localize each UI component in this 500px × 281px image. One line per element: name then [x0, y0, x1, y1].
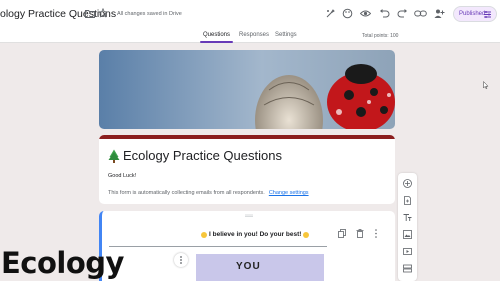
tree-icon — [108, 149, 120, 163]
save-status: All changes saved in Drive — [117, 11, 182, 17]
tab-settings[interactable]: Settings — [275, 32, 297, 38]
add-title-icon[interactable] — [403, 213, 412, 222]
form-header-image — [99, 50, 395, 129]
tab-bar: Questions Responses Settings Total point… — [0, 29, 500, 43]
add-image-icon[interactable] — [403, 230, 412, 239]
question-image-text: YOU — [236, 261, 261, 272]
question-image[interactable]: YOU — [196, 254, 324, 281]
add-section-icon[interactable] — [403, 264, 412, 273]
ladybug-header-graphic — [99, 50, 395, 129]
overlay-caption: Ecology — [1, 246, 124, 280]
email-collection-note: This form is automatically collecting em… — [108, 190, 309, 196]
delete-icon[interactable] — [356, 229, 364, 238]
import-questions-icon[interactable] — [403, 196, 412, 205]
palette-icon[interactable] — [342, 8, 353, 19]
question-title-text: I believe in you! Do your best! — [209, 231, 302, 238]
side-toolbar — [398, 173, 417, 281]
star-icon[interactable] — [98, 8, 108, 18]
preview-eye-icon[interactable] — [360, 8, 371, 19]
add-collaborator-icon[interactable] — [434, 8, 445, 19]
mouse-cursor-icon — [483, 81, 489, 89]
customize-theme-icon[interactable] — [325, 8, 336, 19]
vertical-dots-icon — [180, 256, 182, 264]
add-video-icon[interactable] — [403, 247, 412, 256]
question-title[interactable]: I believe in you! Do your best! — [199, 231, 311, 238]
published-label: Published — [459, 11, 486, 17]
drag-handle-icon[interactable] — [245, 214, 253, 217]
folder-icon[interactable] — [85, 9, 95, 18]
active-tab-indicator — [200, 41, 233, 43]
top-app-bar: ology Practice Questions All changes sav… — [0, 0, 500, 29]
email-collection-text: This form is automatically collecting em… — [108, 190, 265, 196]
smile-emoji-icon — [201, 231, 207, 238]
image-options-button[interactable] — [174, 253, 188, 267]
change-settings-link[interactable]: Change settings — [269, 190, 309, 196]
redo-icon[interactable] — [397, 8, 408, 19]
total-points: Total points: 100 — [362, 33, 399, 39]
smile-emoji-icon — [303, 231, 310, 238]
sliders-icon — [484, 11, 491, 18]
link-icon[interactable] — [414, 8, 427, 19]
add-question-icon[interactable] — [403, 179, 412, 188]
duplicate-icon[interactable] — [338, 229, 346, 238]
question-card[interactable]: I believe in you! Do your best! YOU — [99, 211, 395, 281]
form-title-card[interactable]: Ecology Practice Questions Good Luck! Th… — [99, 135, 395, 204]
published-button[interactable]: Published — [453, 6, 497, 22]
more-options-icon[interactable] — [374, 229, 378, 238]
question-title-underline — [109, 246, 327, 247]
header-color-band — [99, 135, 395, 139]
tab-questions[interactable]: Questions — [203, 32, 230, 38]
tab-responses[interactable]: Responses — [239, 32, 269, 38]
form-description[interactable]: Good Luck! — [108, 173, 136, 179]
form-title-text: Ecology Practice Questions — [123, 148, 282, 163]
form-title[interactable]: Ecology Practice Questions — [108, 148, 282, 163]
undo-icon[interactable] — [379, 8, 390, 19]
